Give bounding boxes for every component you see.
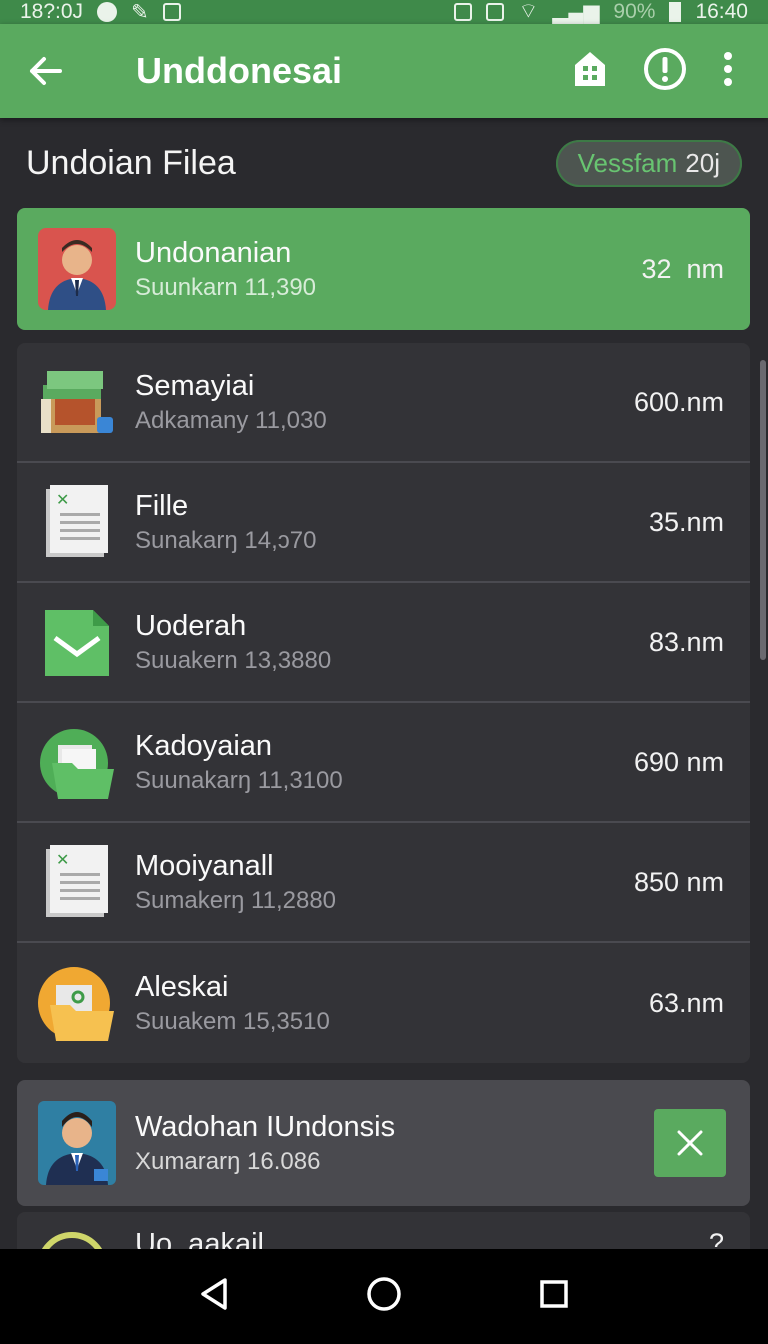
scrollbar[interactable] — [760, 360, 766, 660]
file-size: 63.nm — [648, 987, 724, 1018]
file-size: 35.nm — [648, 506, 724, 537]
highlighted-file-item[interactable]: Undonanian Suunkarn 11,390 32 nm — [17, 208, 750, 330]
circle-status-icon — [97, 2, 118, 22]
home-icon — [575, 51, 605, 86]
file-name: Undonanian — [135, 237, 292, 269]
alert-icon — [644, 47, 686, 90]
svg-text:✕: ✕ — [56, 490, 69, 509]
close-icon — [677, 1130, 703, 1156]
file-meta: Sumakerŋ 11,2880 — [135, 887, 337, 914]
notification-item[interactable]: Wadohan IUndonsis Xumararŋ 16.086 — [17, 1080, 750, 1206]
nav-home-button[interactable] — [366, 1276, 402, 1317]
more-options-button[interactable] — [722, 51, 734, 92]
wifi-icon: ⌔ — [518, 0, 539, 23]
status-clock: 16:40 — [695, 0, 748, 23]
tool-status-icon: ✎ — [131, 0, 149, 24]
section-header: Undoian Filea Vessfam 20j — [0, 118, 768, 208]
version-badge-label: Vessfam — [577, 147, 678, 178]
notification-title: Wadohan IUndonsis — [135, 1111, 396, 1143]
list-item[interactable]: ✕ Mooiyanall Sumakerŋ 11,2880 850 nm — [17, 823, 750, 943]
system-nav-bar — [0, 1249, 768, 1344]
section-title: Undoian Filea — [26, 143, 236, 182]
signal-icon: ▂▄▆ — [552, 0, 600, 24]
home-button[interactable] — [572, 49, 608, 94]
file-name: Semayiai — [135, 370, 255, 402]
file-meta: Suunkarn 11,390 — [135, 274, 317, 301]
file-name: Uoderah — [135, 610, 247, 642]
triangle-back-icon — [200, 1278, 227, 1310]
battery-percent: 90% — [613, 0, 656, 23]
circle-home-icon — [367, 1277, 401, 1311]
file-meta: Adkamany 11,030 — [135, 407, 327, 434]
green-mail-file-icon — [37, 602, 117, 682]
alert-button[interactable] — [642, 46, 688, 97]
file-size: 32 nm — [641, 253, 724, 284]
cast-status-icon — [486, 3, 505, 21]
app-bar: Unddonesai — [0, 24, 768, 118]
file-meta: Suuakem 15,3510 — [135, 1008, 330, 1035]
file-name: Mooiyanall — [135, 850, 274, 882]
person-avatar-icon — [37, 1101, 117, 1185]
list-item[interactable]: Uoderah Suuakern 13,3880 83.nm — [17, 583, 750, 703]
orange-folder-icon — [37, 963, 117, 1043]
person-avatar-icon — [37, 228, 117, 310]
file-meta: Suuakern 13,3880 — [135, 647, 332, 674]
file-meta: Sunakarŋ 14,ↄ70 — [135, 527, 317, 554]
more-vert-icon — [724, 51, 732, 86]
file-size: 850 nm — [633, 866, 724, 897]
status-time-left: 18?:0J — [20, 0, 84, 23]
file-name: Fille — [135, 490, 189, 522]
sim-status-icon — [162, 3, 181, 21]
list-item[interactable]: Semayiai Adkamany 11,030 600.nm — [17, 343, 750, 463]
file-size: 690 nm — [633, 746, 724, 777]
dismiss-button[interactable] — [654, 1109, 726, 1177]
document-icon: ✕ — [37, 842, 117, 922]
back-arrow-icon — [30, 57, 62, 85]
list-item[interactable]: Kadoyaian Suunakarŋ 11,3100 690 nm — [17, 703, 750, 823]
version-badge[interactable]: Vessfam 20j — [555, 139, 742, 187]
back-button[interactable] — [0, 56, 90, 86]
svg-text:✕: ✕ — [56, 850, 69, 869]
list-item[interactable]: Aleskai Suuakem 15,3510 63.nm — [17, 943, 750, 1063]
books-stack-icon — [37, 362, 117, 442]
file-size: 600.nm — [633, 386, 724, 417]
image-status-icon — [454, 3, 473, 21]
notification-meta: Xumararŋ 16.086 — [135, 1148, 321, 1175]
list-item[interactable]: ✕ Fille Sunakarŋ 14,ↄ70 35.nm — [17, 463, 750, 583]
nav-back-button[interactable] — [199, 1277, 229, 1316]
file-meta: Suunakarŋ 11,3100 — [135, 767, 343, 794]
battery-icon — [669, 2, 682, 22]
file-name: Kadoyaian — [135, 730, 273, 762]
status-bar: 18?:0J ✎ ⌔ ▂▄▆ 90% 16:40 — [0, 0, 768, 24]
nav-recents-button[interactable] — [539, 1279, 569, 1314]
file-size: 83.nm — [648, 626, 724, 657]
version-badge-number: 20j — [685, 147, 720, 178]
green-folder-icon — [37, 722, 117, 802]
app-title: Unddonesai — [136, 50, 343, 91]
file-list: Semayiai Adkamany 11,030 600.nm ✕ Fille … — [17, 343, 750, 1063]
file-name: Aleskai — [135, 971, 229, 1003]
square-recents-icon — [540, 1280, 569, 1308]
document-icon: ✕ — [37, 482, 117, 562]
